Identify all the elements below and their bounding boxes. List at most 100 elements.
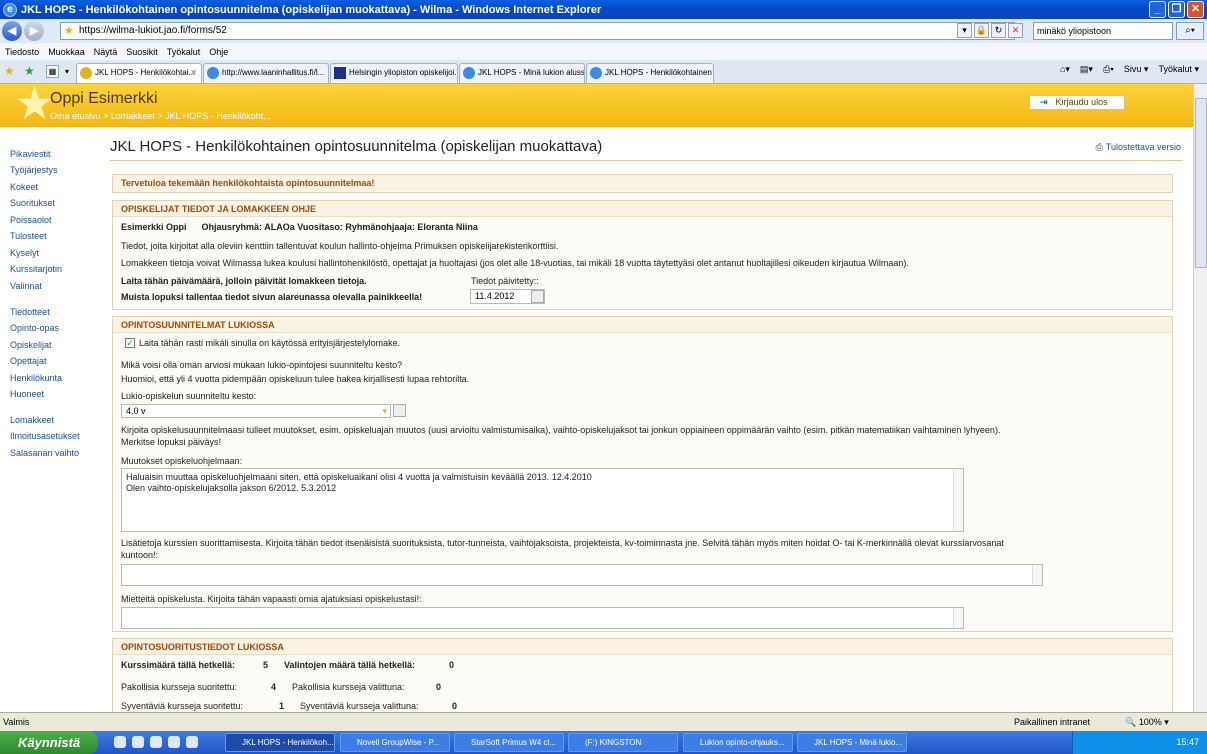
task-groupwise[interactable]: Novell GroupWise - P... [340, 733, 450, 752]
ie-icon[interactable] [150, 736, 162, 748]
app-icon[interactable] [168, 736, 180, 748]
sidebar-item-lomakkeet[interactable]: Lomakkeet [10, 415, 54, 425]
page-scrollbar[interactable] [1193, 84, 1207, 712]
menu-help[interactable]: Ohje [209, 47, 228, 57]
logout-button[interactable]: ⇥ Kirjaudu ulos [1029, 95, 1125, 110]
url-field[interactable]: ★ https://wilma-lukiot.jao.fi/forms/52 [60, 22, 1015, 40]
browser-icon[interactable] [132, 736, 144, 748]
favorites-icon[interactable]: ★ [4, 64, 15, 78]
title-divider [110, 160, 1183, 161]
section-heading: OPINTOSUUNNITELMAT LUKIOSSA [113, 317, 1172, 333]
task-lukion-opinto[interactable]: Lukion opinto-ohjauks... [683, 733, 793, 752]
section-study-records: OPINTOSUORITUSTIEDOT LUKIOSSA Kurssimäär… [112, 638, 1173, 712]
tools-menu[interactable]: Työkalut ▾ [1158, 64, 1199, 75]
textarea-scrollbar[interactable] [953, 469, 963, 531]
stop-icon[interactable]: ✕ [1008, 23, 1023, 38]
maximize-button[interactable]: ❐ [1168, 1, 1185, 18]
feeds-icon[interactable]: ▤▾ [1080, 64, 1093, 75]
app-icon[interactable] [186, 736, 198, 748]
menu-view[interactable]: Näytä [94, 47, 118, 57]
task-hops[interactable]: JKL HOPS - Henkilökoh... [225, 733, 335, 752]
thoughts-textarea[interactable] [121, 607, 964, 629]
tab-close-icon[interactable]: ✕ [190, 64, 197, 82]
sidebar-item-huoneet[interactable]: Huoneet [10, 389, 44, 399]
chevron-down-icon: ▾ [382, 406, 387, 416]
menu-file[interactable]: Tiedosto [5, 47, 39, 57]
courses-label: Kurssimäärä tällä hetkellä: [121, 660, 236, 670]
tab-mina-lukion[interactable]: JKL HOPS - Minä lukion aluss... [459, 63, 585, 83]
security-zone[interactable]: Paikallinen intranet [1000, 713, 1090, 732]
sidebar-item-opinto-opas[interactable]: Opinto-opas [10, 323, 59, 333]
start-button[interactable]: Käynnistä [0, 731, 98, 754]
quick-tabs-icon[interactable]: ▦ [46, 65, 59, 78]
home-icon[interactable]: ⌂▾ [1060, 64, 1070, 75]
tab-bar: ★ ★ ▦ ▾ JKL HOPS - Henkilökohtai... ✕ htt… [0, 60, 1207, 84]
changes-textarea[interactable]: Haluaisin muuttaa opiskeluohjelmaani sit… [121, 468, 964, 532]
breadcrumb[interactable]: Oma etusivu > Lomakkeet > JKL HOPS - Hen… [50, 111, 271, 121]
ie-logo-icon: e [3, 2, 17, 17]
mandatory-selected-value: 0 [436, 682, 442, 692]
calendar-icon[interactable] [531, 290, 544, 303]
textarea-scrollbar[interactable] [1032, 565, 1042, 585]
forward-button[interactable]: ▶ [24, 21, 44, 41]
minimize-button[interactable]: _ [1149, 1, 1166, 18]
tab-list-icon[interactable]: ▾ [62, 65, 72, 78]
menu-favorites[interactable]: Suosikit [126, 47, 158, 57]
search-input[interactable]: minäkö yliopistoon [1033, 22, 1173, 40]
tab-hops-2[interactable]: JKL HOPS - Henkilökohtainen ... [586, 63, 714, 83]
sidebar-item-poissaolot[interactable]: Poissaolot [10, 215, 52, 225]
section-student-info: OPISKELIJAT TIEDOT JA LOMAKKEEN OHJE Esi… [112, 200, 1173, 310]
page-header: ★ Oppi Esimerkki Oma etusivu > Lomakkeet… [0, 84, 1193, 127]
duration-value: 4.0 v [126, 406, 146, 416]
tab-label: JKL HOPS - Henkilökohtainen ... [605, 68, 714, 77]
tab-laaninhallitus[interactable]: http://www.laaninhallitus.fi/l... [203, 63, 329, 83]
refresh-icon[interactable]: ↻ [991, 23, 1006, 38]
checkbox-label: Laita tähän rasti mikäli sinulla on käyt… [139, 338, 401, 348]
sidebar-item-pikaviestit[interactable]: Pikaviestit [10, 149, 51, 159]
sidebar-item-kokeet[interactable]: Kokeet [10, 182, 38, 192]
tab-hops[interactable]: JKL HOPS - Henkilökohtai... ✕ [76, 63, 202, 83]
ie-favicon-icon [463, 67, 475, 79]
desktop-icon[interactable] [114, 736, 126, 748]
task-primus[interactable]: StarSoft Primus W4 cl... [454, 733, 564, 752]
scrollbar-thumb[interactable] [1195, 98, 1207, 268]
extra-info-textarea[interactable] [121, 564, 1043, 586]
menu-edit[interactable]: Muokkaa [48, 47, 85, 57]
choices-value: 0 [449, 660, 455, 670]
save-instruction: Muista lopuksi tallentaa tiedot sivun al… [121, 292, 423, 302]
select-list-icon[interactable] [393, 404, 406, 417]
task-mina-lukio[interactable]: JKL HOPS - Minä lukio... [797, 733, 907, 752]
sidebar-item-kurssitarjotin[interactable]: Kurssitarjotin [10, 264, 62, 274]
date-instruction: Laita tähän päivämäärä, jolloin päivität… [121, 276, 367, 286]
lock-icon[interactable]: 🔒 [974, 23, 989, 38]
task-kingston[interactable]: (F:) KINGSTON [568, 733, 678, 752]
page-menu[interactable]: Sivu ▾ [1124, 64, 1149, 75]
sidebar-item-tulosteet[interactable]: Tulosteet [10, 231, 47, 241]
close-button[interactable]: ✕ [1187, 1, 1204, 18]
sidebar-item-suoritukset[interactable]: Suoritukset [10, 198, 55, 208]
print-icon[interactable]: ⎙▾ [1103, 64, 1114, 75]
textarea-scrollbar[interactable] [953, 608, 963, 628]
ie-favicon-icon [590, 67, 602, 79]
duration-select[interactable]: 4.0 v ▾ [121, 404, 391, 418]
back-button[interactable]: ◀ [2, 21, 22, 41]
special-arrangements-checkbox[interactable]: ✓ [125, 338, 135, 348]
zoom-level[interactable]: 🔍 100% ▾ [1125, 713, 1169, 732]
print-version-link[interactable]: ⎙ Tulostettava versio [1096, 142, 1181, 153]
sidebar-item-kyselyt[interactable]: Kyselyt [10, 248, 39, 258]
sidebar-item-opiskelijat[interactable]: Opiskelijat [10, 340, 52, 350]
sidebar-item-henkilokunta[interactable]: Henkilökunta [10, 373, 62, 383]
tab-helsinki[interactable]: Helsingin yliopiston opiskelijoi... [330, 63, 458, 83]
search-icon[interactable]: ⌕▾ [1176, 22, 1204, 40]
sidebar-item-ilmoitusasetukset[interactable]: Ilmoitusasetukset [10, 431, 80, 441]
sidebar-item-tyojarjestys[interactable]: Työjärjestys [10, 165, 58, 175]
sidebar-item-opettajat[interactable]: Opettajat [10, 356, 47, 366]
sidebar-item-valinnat[interactable]: Valinnat [10, 281, 42, 291]
start-label: Käynnistä [18, 735, 81, 750]
menu-tools[interactable]: Työkalut [167, 47, 201, 57]
url-dropdown-icon[interactable]: ▾ [957, 23, 972, 38]
sidebar-item-salasanan-vaihto[interactable]: Salasanan vaihto [10, 448, 79, 458]
duration-label: Lukio-opiskelun suunniteltu kesto: [121, 391, 257, 401]
sidebar-item-tiedotteet[interactable]: Tiedotteet [10, 307, 50, 317]
add-favorite-icon[interactable]: ★ [24, 64, 35, 78]
